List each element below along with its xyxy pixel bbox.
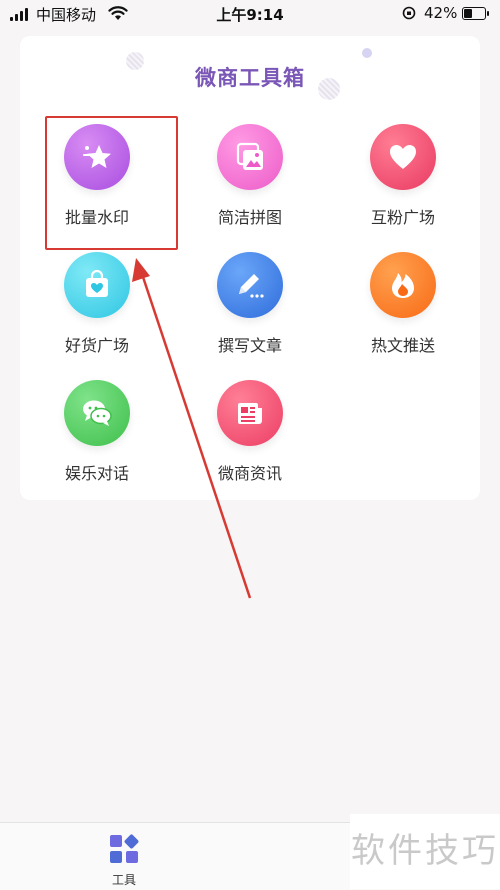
watermark: 软件技巧 (350, 814, 500, 889)
annotation-arrow (132, 258, 252, 599)
tab-tools[interactable]: 工具 (94, 833, 154, 888)
grid-icon (110, 834, 139, 863)
tab-label: 工具 (111, 873, 136, 887)
